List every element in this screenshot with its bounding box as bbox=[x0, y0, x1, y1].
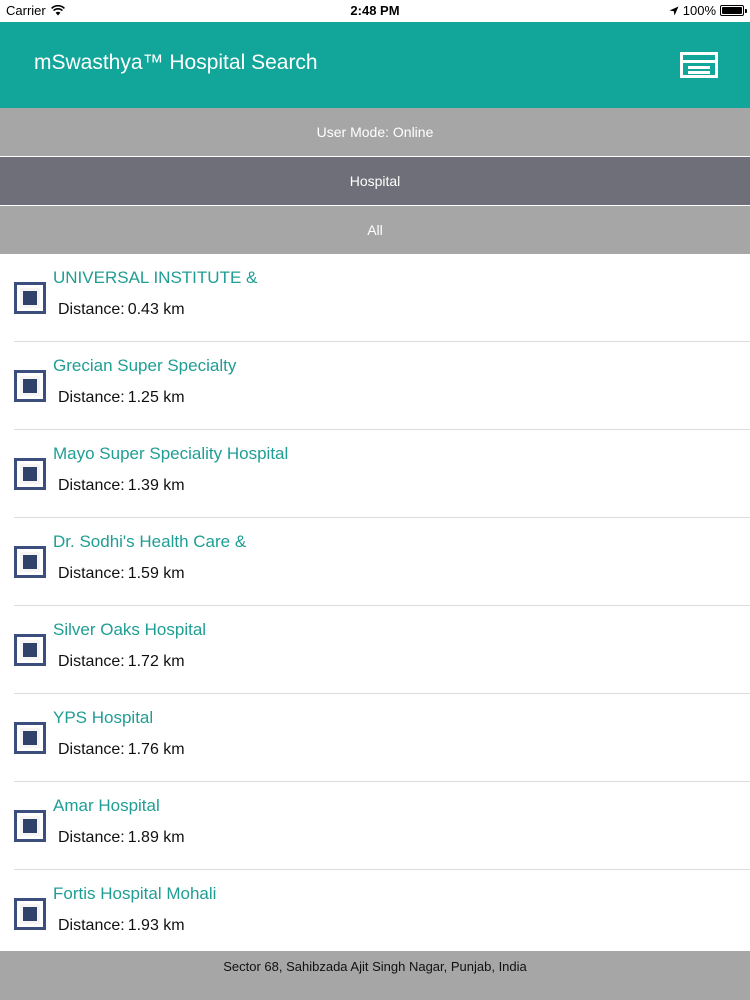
location-arrow-icon bbox=[669, 6, 679, 15]
distance-value: 1.25 km bbox=[127, 389, 185, 406]
distance-label: Distance: bbox=[58, 653, 125, 670]
current-location: Sector 68, Sahibzada Ajit Singh Nagar, P… bbox=[223, 959, 527, 974]
menu-icon bbox=[680, 52, 718, 78]
distance-value: 1.39 km bbox=[127, 477, 185, 494]
category-selector[interactable]: Hospital bbox=[0, 157, 750, 205]
hospital-distance: Distance: 1.93 km bbox=[58, 917, 185, 935]
distance-value: 1.93 km bbox=[127, 917, 185, 934]
footer-location-bar: Sector 68, Sahibzada Ajit Singh Nagar, P… bbox=[0, 951, 750, 1000]
distance-value: 1.76 km bbox=[127, 741, 185, 758]
distance-label: Distance: bbox=[58, 477, 125, 494]
hospital-name: Dr. Sodhi's Health Care & bbox=[53, 532, 247, 551]
distance-value: 1.89 km bbox=[127, 829, 185, 846]
distance-label: Distance: bbox=[58, 917, 125, 934]
list-item[interactable]: Silver Oaks Hospital Distance: 1.72 km bbox=[0, 606, 750, 694]
hospital-icon bbox=[14, 810, 46, 842]
list-item[interactable]: Amar Hospital Distance: 1.89 km bbox=[0, 782, 750, 870]
battery-icon bbox=[720, 5, 747, 16]
distance-value: 0.43 km bbox=[127, 301, 185, 318]
hospital-distance: Distance: 1.76 km bbox=[58, 741, 185, 759]
list-item[interactable]: UNIVERSAL INSTITUTE & Distance: 0.43 km bbox=[0, 254, 750, 342]
hospital-name: YPS Hospital bbox=[53, 708, 154, 727]
filter-selector[interactable]: All bbox=[0, 206, 750, 254]
hospital-distance: Distance: 1.72 km bbox=[58, 653, 185, 671]
hospital-distance: Distance: 1.25 km bbox=[58, 389, 185, 407]
hospital-name: UNIVERSAL INSTITUTE & bbox=[53, 268, 258, 287]
distance-label: Distance: bbox=[58, 301, 125, 318]
battery-percent: 100% bbox=[682, 3, 716, 18]
menu-button[interactable] bbox=[680, 52, 718, 78]
nav-bar: mSwasthya™ Hospital Search bbox=[0, 22, 750, 108]
hospital-icon bbox=[14, 370, 46, 402]
hospital-icon bbox=[14, 898, 46, 930]
page-title: mSwasthya™ Hospital Search bbox=[34, 51, 318, 74]
distance-label: Distance: bbox=[58, 565, 125, 582]
hospital-distance: Distance: 1.39 km bbox=[58, 477, 185, 495]
clock: 2:48 PM bbox=[350, 3, 400, 18]
hospital-name: Fortis Hospital Mohali bbox=[53, 884, 217, 903]
hospital-icon bbox=[14, 282, 46, 314]
user-mode-bar[interactable]: User Mode: Online bbox=[0, 108, 750, 156]
hospital-icon bbox=[14, 458, 46, 490]
hospital-distance: Distance: 1.89 km bbox=[58, 829, 185, 847]
hospital-icon bbox=[14, 722, 46, 754]
hospital-name: Mayo Super Speciality Hospital bbox=[53, 444, 289, 463]
status-right: 100% bbox=[669, 3, 747, 18]
hospital-distance: Distance: 1.59 km bbox=[58, 565, 185, 583]
distance-label: Distance: bbox=[58, 389, 125, 406]
hospital-icon bbox=[14, 546, 46, 578]
list-item[interactable]: Dr. Sodhi's Health Care & Distance: 1.59 … bbox=[0, 518, 750, 606]
distance-label: Distance: bbox=[58, 829, 125, 846]
hospital-icon bbox=[14, 634, 46, 666]
distance-label: Distance: bbox=[58, 741, 125, 758]
category-label: Hospital bbox=[349, 173, 401, 189]
status-bar: Carrier 2:48 PM 100% bbox=[0, 0, 750, 22]
distance-value: 1.72 km bbox=[127, 653, 185, 670]
list-item[interactable]: Mayo Super Speciality Hospital Distance:… bbox=[0, 430, 750, 518]
list-item[interactable]: Grecian Super Specialty Distance: 1.25 km bbox=[0, 342, 750, 430]
hospital-list[interactable]: UNIVERSAL INSTITUTE & Distance: 0.43 km G… bbox=[0, 254, 750, 951]
hospital-name: Grecian Super Specialty bbox=[53, 356, 237, 375]
distance-value: 1.59 km bbox=[127, 565, 185, 582]
hospital-name: Silver Oaks Hospital bbox=[53, 620, 207, 639]
hospital-name: Amar Hospital bbox=[53, 796, 160, 815]
user-mode-label: User Mode: Online bbox=[316, 124, 434, 140]
filter-label: All bbox=[367, 222, 383, 238]
hospital-distance: Distance: 0.43 km bbox=[58, 301, 185, 319]
list-item[interactable]: Fortis Hospital Mohali Distance: 1.93 km bbox=[0, 870, 750, 951]
list-item[interactable]: YPS Hospital Distance: 1.76 km bbox=[0, 694, 750, 782]
